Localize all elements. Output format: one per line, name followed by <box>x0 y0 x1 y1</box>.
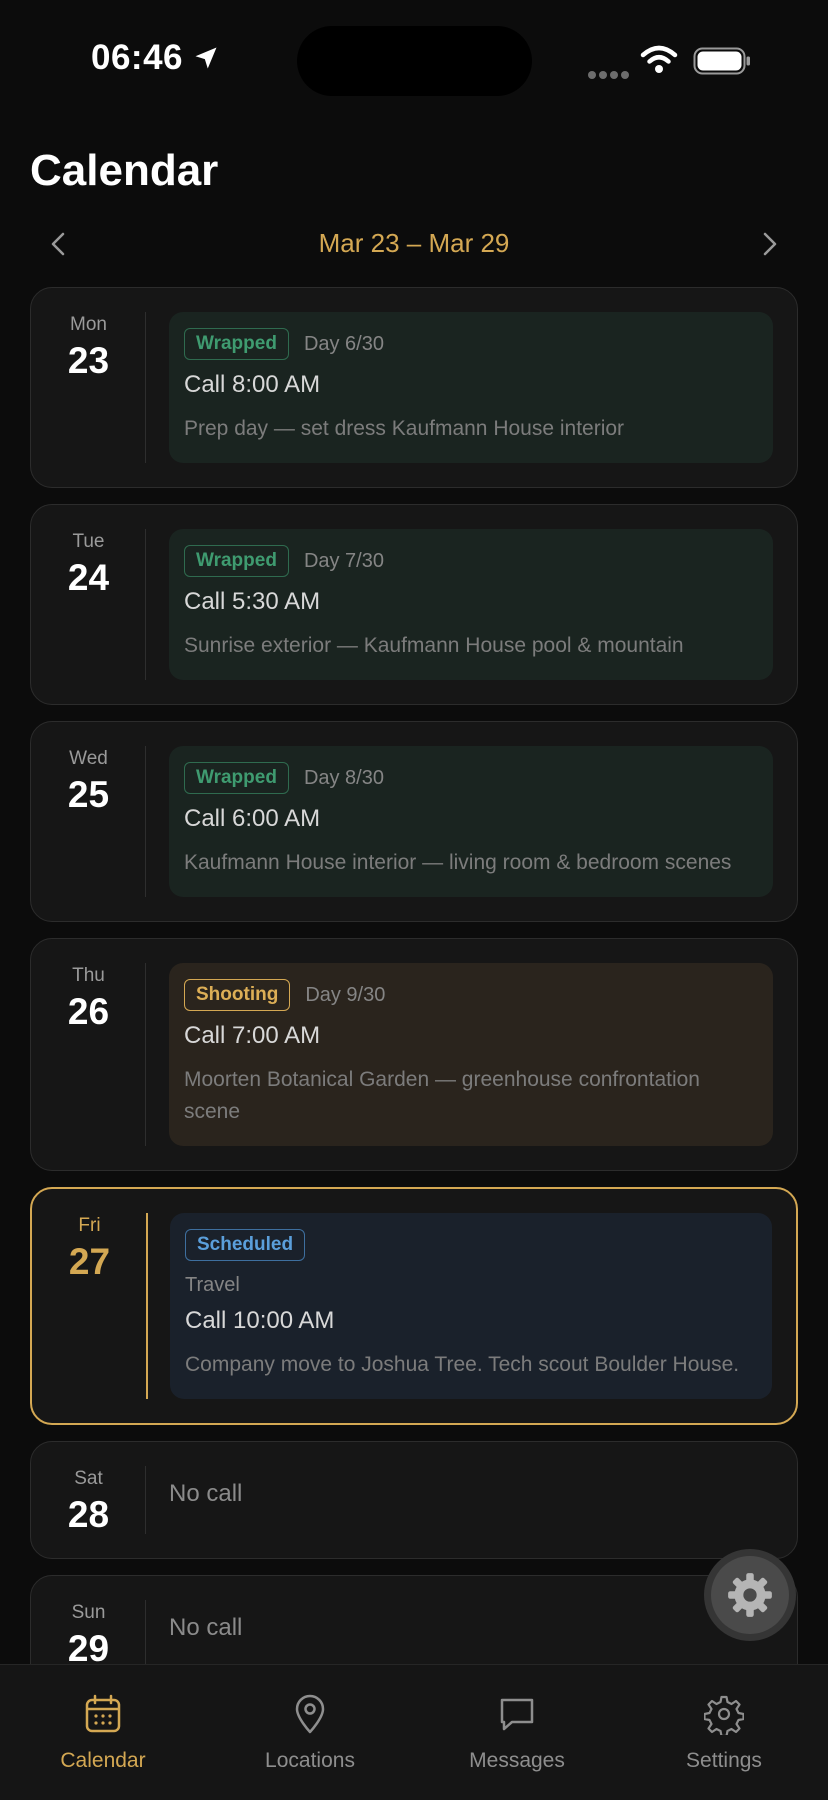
floating-settings-button[interactable] <box>704 1549 796 1641</box>
tab-settings[interactable]: Settings <box>634 1693 814 1773</box>
divider <box>145 312 146 463</box>
shoot-day-count: Day 8/30 <box>303 766 384 789</box>
map-pin-icon <box>295 1694 325 1734</box>
day-number: 23 <box>67 340 110 381</box>
location-arrow-icon <box>195 47 217 69</box>
shoot-day-count: Day 6/30 <box>303 332 384 355</box>
signal-dots-icon <box>588 66 632 84</box>
day-card-mon[interactable]: Mon 23 Wrapped Day 6/30 Call 8:00 AM Pre… <box>30 287 798 488</box>
event-card[interactable]: Scheduled Travel Call 10:00 AM Company m… <box>170 1213 772 1399</box>
chat-icon <box>500 1698 534 1731</box>
call-time: Call 10:00 AM <box>185 1307 335 1334</box>
tab-bar: Calendar Locations Messages Settings <box>0 1664 828 1800</box>
status-time: 06:46 <box>91 38 184 77</box>
event-description: Kaufmann House interior — living room & … <box>184 851 732 874</box>
gear-icon <box>728 1573 772 1617</box>
tab-label: Messages <box>469 1749 565 1772</box>
day-of-week: Fri <box>78 1215 101 1236</box>
call-time: Call 5:30 AM <box>184 588 321 615</box>
status-badge: Wrapped <box>184 762 289 794</box>
divider <box>145 1466 146 1534</box>
tab-label: Settings <box>686 1749 762 1772</box>
day-card-wed[interactable]: Wed 25 Wrapped Day 8/30 Call 6:00 AM Kau… <box>30 721 798 922</box>
status-badge: Shooting <box>184 979 291 1011</box>
divider <box>145 746 146 897</box>
event-card[interactable]: Wrapped Day 6/30 Call 8:00 AM Prep day —… <box>169 312 773 463</box>
status-badge: Wrapped <box>184 328 289 360</box>
week-range-label: Mar 23 – Mar 29 <box>318 228 510 258</box>
day-card-sat[interactable]: Sat 28 No call <box>30 1441 798 1559</box>
tab-messages[interactable]: Messages <box>427 1693 607 1773</box>
divider <box>145 529 146 680</box>
event-card[interactable]: Wrapped Day 8/30 Call 6:00 AM Kaufmann H… <box>169 746 773 897</box>
tab-label: Locations <box>265 1749 355 1772</box>
day-list: Mon 23 Wrapped Day 6/30 Call 8:00 AM Pre… <box>30 287 798 1709</box>
shoot-day-count: Day 7/30 <box>303 549 384 572</box>
event-card[interactable]: Shooting Day 9/30 Call 7:00 AM Moorten B… <box>169 963 773 1146</box>
day-of-week: Sun <box>71 1602 106 1623</box>
event-description: Prep day — set dress Kaufmann House inte… <box>184 417 625 440</box>
call-time: Call 6:00 AM <box>184 805 321 832</box>
dynamic-island <box>297 26 532 96</box>
day-card-thu[interactable]: Thu 26 Shooting Day 9/30 Call 7:00 AM Mo… <box>30 938 798 1171</box>
day-header: Thu 26 <box>31 965 146 1033</box>
status-bar: 06:46 <box>0 0 828 120</box>
event-description: Company move to Joshua Tree. Tech scout … <box>185 1353 740 1376</box>
tab-locations[interactable]: Locations <box>220 1693 400 1773</box>
divider <box>145 963 146 1146</box>
gear-icon <box>704 1695 744 1735</box>
call-time: Call 7:00 AM <box>184 1022 321 1049</box>
event-description: Moorten Botanical Garden — greenhouse co… <box>184 1068 700 1123</box>
day-header: Fri 27 <box>32 1215 147 1283</box>
calendar-icon <box>85 1694 121 1733</box>
no-call-label: No call <box>169 1480 243 1507</box>
day-of-week: Sat <box>74 1468 103 1489</box>
next-week-button[interactable] <box>750 224 790 264</box>
day-of-week: Wed <box>69 748 108 769</box>
status-badge: Wrapped <box>184 545 289 577</box>
day-header: Sun 29 <box>31 1602 146 1670</box>
day-card-fri-today[interactable]: Fri 27 Scheduled Travel Call 10:00 AM Co… <box>30 1187 798 1425</box>
tab-label: Calendar <box>60 1749 146 1772</box>
day-header: Sat 28 <box>31 1468 146 1536</box>
event-type: Travel <box>185 1274 240 1296</box>
battery-icon <box>693 47 750 75</box>
event-description: Sunrise exterior — Kaufmann House pool &… <box>184 634 684 657</box>
tab-calendar[interactable]: Calendar <box>13 1693 193 1773</box>
day-header: Tue 24 <box>31 531 146 599</box>
status-badge: Scheduled <box>185 1229 306 1261</box>
day-card-tue[interactable]: Tue 24 Wrapped Day 7/30 Call 5:30 AM Sun… <box>30 504 798 705</box>
call-time: Call 8:00 AM <box>184 371 321 398</box>
day-number: 28 <box>67 1494 110 1535</box>
event-card[interactable]: Wrapped Day 7/30 Call 5:30 AM Sunrise ex… <box>169 529 773 680</box>
day-number: 27 <box>68 1241 111 1282</box>
day-header: Wed 25 <box>31 748 146 816</box>
no-call-label: No call <box>169 1614 243 1641</box>
day-of-week: Thu <box>72 965 105 986</box>
divider <box>146 1213 148 1399</box>
day-number: 24 <box>67 557 110 598</box>
shoot-day-count: Day 9/30 <box>305 983 386 1006</box>
divider <box>145 1600 146 1668</box>
chevron-right-icon <box>763 232 777 256</box>
page-title: Calendar <box>30 146 219 195</box>
day-header: Mon 23 <box>31 314 146 382</box>
day-number: 26 <box>67 991 110 1032</box>
week-navigator: Mar 23 – Mar 29 <box>30 220 798 266</box>
day-of-week: Mon <box>70 314 107 335</box>
wifi-icon <box>640 45 678 73</box>
day-of-week: Tue <box>72 531 105 552</box>
day-number: 25 <box>67 774 110 815</box>
